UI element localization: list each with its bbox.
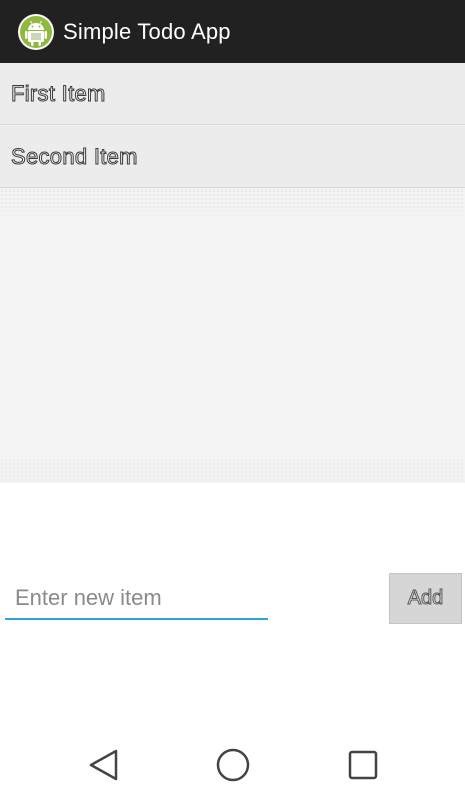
new-item-input[interactable] <box>5 580 278 616</box>
app-title: Simple Todo App <box>63 18 231 44</box>
home-circle-icon[interactable] <box>213 745 253 785</box>
navigation-bar <box>0 725 465 795</box>
list-overscroll-top <box>0 189 465 211</box>
list-item[interactable]: First Item <box>0 63 465 125</box>
app-screen: Simple Todo App First Item Second Item A… <box>0 0 465 795</box>
list-overscroll-bottom <box>0 458 465 483</box>
recents-square-icon[interactable] <box>343 745 383 785</box>
action-bar: Simple Todo App <box>0 0 465 63</box>
android-robot-icon <box>18 13 54 50</box>
todo-list[interactable]: First Item Second Item <box>0 63 465 483</box>
list-item[interactable]: Second Item <box>0 126 465 188</box>
add-button[interactable]: Add <box>389 573 462 624</box>
list-item-label: First Item <box>11 80 106 106</box>
back-triangle-icon[interactable] <box>83 745 123 785</box>
list-item-label: Second Item <box>11 143 139 169</box>
new-item-field[interactable] <box>5 580 278 620</box>
